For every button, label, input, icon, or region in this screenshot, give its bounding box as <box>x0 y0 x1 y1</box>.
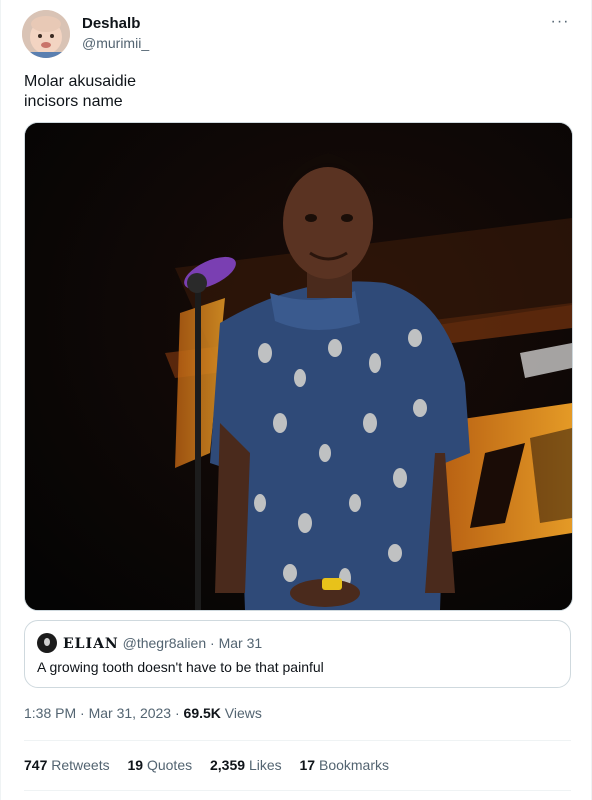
engagement-stats: 747 Retweets 19 Quotes 2,359 Likes 17 Bo… <box>24 757 403 773</box>
tweet-date[interactable]: Mar 31, 2023 <box>89 705 172 721</box>
tweet-header: Deshalb @murimii_ ··· <box>22 8 572 58</box>
quotes-count: 19 <box>127 757 144 773</box>
quote-author-name: ELIAN <box>63 636 119 652</box>
more-horizontal-icon: ··· <box>550 13 570 30</box>
quotes-label: Quotes <box>146 757 193 773</box>
quote-text: A growing tooth doesn't have to be that … <box>37 659 324 675</box>
retweets-count: 747 <box>24 757 48 773</box>
tweet-meta: 1:38 PM · Mar 31, 2023 · 69.5K Views <box>24 705 262 721</box>
tweet-text: Molar akusaidie incisors name <box>24 73 137 110</box>
retweets-label: Retweets <box>51 757 110 773</box>
more-options-button[interactable]: ··· <box>548 12 572 36</box>
author-name[interactable]: Deshalb <box>82 15 140 32</box>
likes-count: 2,359 <box>210 757 246 773</box>
baby-avatar-icon <box>22 10 70 58</box>
quotes-stat[interactable]: 19 Quotes <box>128 757 197 773</box>
retweets-stat[interactable]: 747 Retweets <box>24 757 114 773</box>
bookmarks-count: 17 <box>299 757 316 773</box>
tweet-media-photo[interactable] <box>24 122 573 611</box>
meta-separator: · <box>80 705 85 721</box>
timeline-border-left <box>0 0 1 800</box>
likes-stat[interactable]: 2,359 Likes <box>210 757 286 773</box>
meta-separator: · <box>174 705 180 721</box>
views-label: Views <box>224 705 262 721</box>
quote-author-avatar <box>37 633 57 653</box>
divider <box>24 790 571 791</box>
likes-label: Likes <box>248 757 282 773</box>
avatar-face-icon <box>44 638 50 646</box>
quote-date: Mar 31 <box>218 635 263 651</box>
author-handle[interactable]: @murimii_ <box>82 35 149 51</box>
views-count: 69.5K <box>183 705 221 721</box>
bookmarks-stat[interactable]: 17 Bookmarks <box>300 757 390 773</box>
quote-separator: · <box>210 635 215 651</box>
bookmarks-label: Bookmarks <box>318 757 390 773</box>
quote-author-handle: @thegr8alien <box>122 635 207 651</box>
author-avatar[interactable] <box>22 10 70 58</box>
quoted-tweet[interactable]: ELIAN @thegr8alien · Mar 31 A growing to… <box>24 620 571 688</box>
media-photo-image <box>25 123 572 610</box>
tweet-time[interactable]: 1:38 PM <box>24 705 76 721</box>
divider <box>24 740 571 741</box>
quote-header: ELIAN @thegr8alien · Mar 31 <box>63 635 262 652</box>
